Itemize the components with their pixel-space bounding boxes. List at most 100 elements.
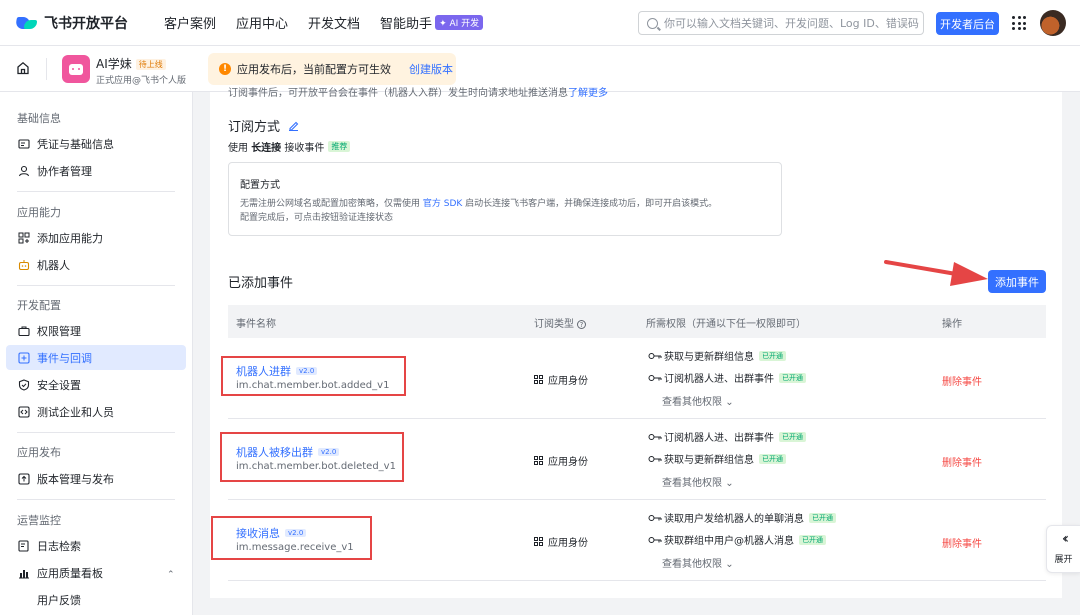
key-icon <box>648 352 662 359</box>
permission-item: 获取群组中用户@机器人消息 已开通 <box>648 532 826 547</box>
nav-link-docs[interactable]: 开发文档 <box>308 13 360 32</box>
app-name: AI学妹 待上线 <box>96 55 166 72</box>
chevron-down-icon: ⌄ <box>725 478 734 489</box>
permission-item: 订阅机器人进、出群事件 已开通 <box>648 370 806 385</box>
expand-panel-button[interactable]: ‹‹ 展开 <box>1046 525 1080 573</box>
sidebar-item-feedback[interactable]: 用户反馈 <box>6 587 186 612</box>
log-search-icon <box>18 539 29 552</box>
enabled-badge: 已开通 <box>809 512 836 523</box>
sidebar-item-robot[interactable]: 机器人 <box>6 252 186 277</box>
chevron-down-icon: ⌄ <box>725 559 734 570</box>
sidebar-item-label: 版本管理与发布 <box>37 472 114 486</box>
home-icon[interactable] <box>16 61 30 75</box>
expand-label: 展开 <box>1054 555 1073 565</box>
id-card-icon <box>18 138 30 149</box>
event-icon <box>18 351 30 364</box>
enabled-badge: 已开通 <box>779 431 806 442</box>
sidebar-item-events[interactable]: 事件与回调 <box>6 345 186 370</box>
sidebar-item-test-tenants[interactable]: 测试企业和人员 <box>6 399 186 424</box>
grid-plus-icon <box>18 232 30 243</box>
brand-logo[interactable]: 飞书开放平台 <box>14 13 148 33</box>
col-event-name: 事件名称 <box>236 319 276 330</box>
sidebar-item-label: 权限管理 <box>37 324 81 338</box>
sidebar-group-operations: 运营监控 <box>17 514 61 527</box>
config-box: 配置方式 无需注册公网域名或配置加密策略，仅需使用 官方 SDK 启动长连接飞书… <box>228 162 782 236</box>
sidebar-item-security[interactable]: 安全设置 <box>6 372 186 397</box>
sidebar-group-basic: 基础信息 <box>17 112 61 125</box>
sidebar-item-label: 日志检索 <box>37 539 81 553</box>
sidebar-item-add-capability[interactable]: 添加应用能力 <box>6 225 186 250</box>
search-icon <box>647 17 658 29</box>
subscribe-identity: 应用身份 <box>534 534 588 549</box>
robot-icon <box>18 259 30 270</box>
table-header: 事件名称 订阅类型? 所需权限（开通以下任一权限即可） 操作 <box>228 305 1046 338</box>
sidebar-item-credentials[interactable]: 凭证与基础信息 <box>6 131 186 156</box>
enabled-badge: 已开通 <box>759 453 786 464</box>
nav-link-assistant-label: 智能助手 <box>380 17 433 32</box>
permission-item: 读取用户发给机器人的单聊消息 已开通 <box>648 510 836 525</box>
feishu-logo-icon <box>14 15 38 31</box>
sidebar-item-label: 添加应用能力 <box>37 231 103 245</box>
delete-event-link[interactable]: 删除事件 <box>942 454 982 469</box>
sidebar: 基础信息 凭证与基础信息 协作者管理 应用能力 添加应用能力 机器人 开发配置 … <box>0 92 193 615</box>
enabled-badge: 已开通 <box>779 372 806 383</box>
subscribe-identity: 应用身份 <box>534 372 588 387</box>
delete-event-link[interactable]: 删除事件 <box>942 373 982 388</box>
recommended-badge: 推荐 <box>328 141 351 152</box>
view-more-permissions[interactable]: 查看其他权限 ⌄ <box>662 555 734 570</box>
sidebar-item-collaborators[interactable]: 协作者管理 <box>6 158 186 183</box>
subscribe-mode-title: 订阅方式 <box>228 116 299 135</box>
divider <box>17 499 175 500</box>
divider <box>17 285 175 286</box>
col-permissions: 所需权限（开通以下任一权限即可） <box>646 319 806 330</box>
sidebar-item-label: 测试企业和人员 <box>37 405 114 419</box>
enabled-badge: 已开通 <box>799 534 826 545</box>
bar-chart-icon <box>19 569 29 578</box>
nav-link-cases[interactable]: 客户案例 <box>164 13 216 32</box>
search-input[interactable]: 你可以输入文档关键词、开发问题、Log ID、错误码 <box>638 11 924 35</box>
divider <box>17 432 175 433</box>
sidebar-item-label: 用户反馈 <box>37 593 81 607</box>
sidebar-item-label: 安全设置 <box>37 378 81 392</box>
avatar[interactable] <box>1040 10 1066 36</box>
annotation-box-1 <box>221 356 406 396</box>
key-icon <box>648 455 662 462</box>
add-event-button[interactable]: 添加事件 <box>988 270 1046 293</box>
app-identity-icon <box>534 537 543 546</box>
learn-more-link[interactable]: 了解更多 <box>568 88 608 99</box>
ai-dev-badge: ✦ AI 开发 <box>435 15 484 30</box>
key-icon <box>648 514 662 521</box>
edit-icon[interactable] <box>288 120 299 131</box>
nav-link-assistant[interactable]: 智能助手 ✦ AI 开发 <box>380 13 484 32</box>
sidebar-item-versions[interactable]: 版本管理与发布 <box>6 466 186 491</box>
official-sdk-link[interactable]: 官方 SDK <box>423 199 462 209</box>
view-more-permissions[interactable]: 查看其他权限 ⌄ <box>662 393 734 408</box>
key-icon <box>648 374 662 381</box>
developer-console-button[interactable]: 开发者后台 <box>936 12 999 35</box>
divider <box>17 191 175 192</box>
sidebar-item-label: 应用质量看板 <box>37 566 103 580</box>
delete-event-link[interactable]: 删除事件 <box>942 535 982 550</box>
status-badge: 待上线 <box>135 59 166 70</box>
sidebar-item-label: 事件与回调 <box>37 351 92 365</box>
app-subtitle: 正式应用@飞书个人版 <box>96 76 187 86</box>
view-more-permissions[interactable]: 查看其他权限 ⌄ <box>662 474 734 489</box>
sidebar-item-logs[interactable]: 日志检索 <box>6 533 186 558</box>
sidebar-item-permissions[interactable]: 权限管理 <box>6 318 186 343</box>
added-events-title: 已添加事件 <box>228 276 294 291</box>
chevron-up-icon[interactable]: ⌃ <box>167 570 175 580</box>
config-text-2: 配置完成后，可点击按钮验证连接状态 <box>240 213 394 223</box>
help-icon[interactable]: ? <box>577 320 586 329</box>
nav-link-app-center[interactable]: 应用中心 <box>236 13 288 32</box>
notice-text: 应用发布后，当前配置方可生效 <box>237 63 391 76</box>
sidebar-group-release: 应用发布 <box>17 446 61 459</box>
app-grid-icon[interactable] <box>1012 16 1026 30</box>
sidebar-group-capability: 应用能力 <box>17 206 61 219</box>
sidebar-item-quality[interactable]: 应用质量看板 <box>6 560 186 585</box>
config-title: 配置方式 <box>240 180 280 191</box>
code-icon <box>18 405 30 418</box>
shield-icon <box>18 378 30 391</box>
create-version-link[interactable]: 创建版本 <box>409 61 453 77</box>
key-icon <box>648 536 662 543</box>
sidebar-group-dev-config: 开发配置 <box>17 299 61 312</box>
